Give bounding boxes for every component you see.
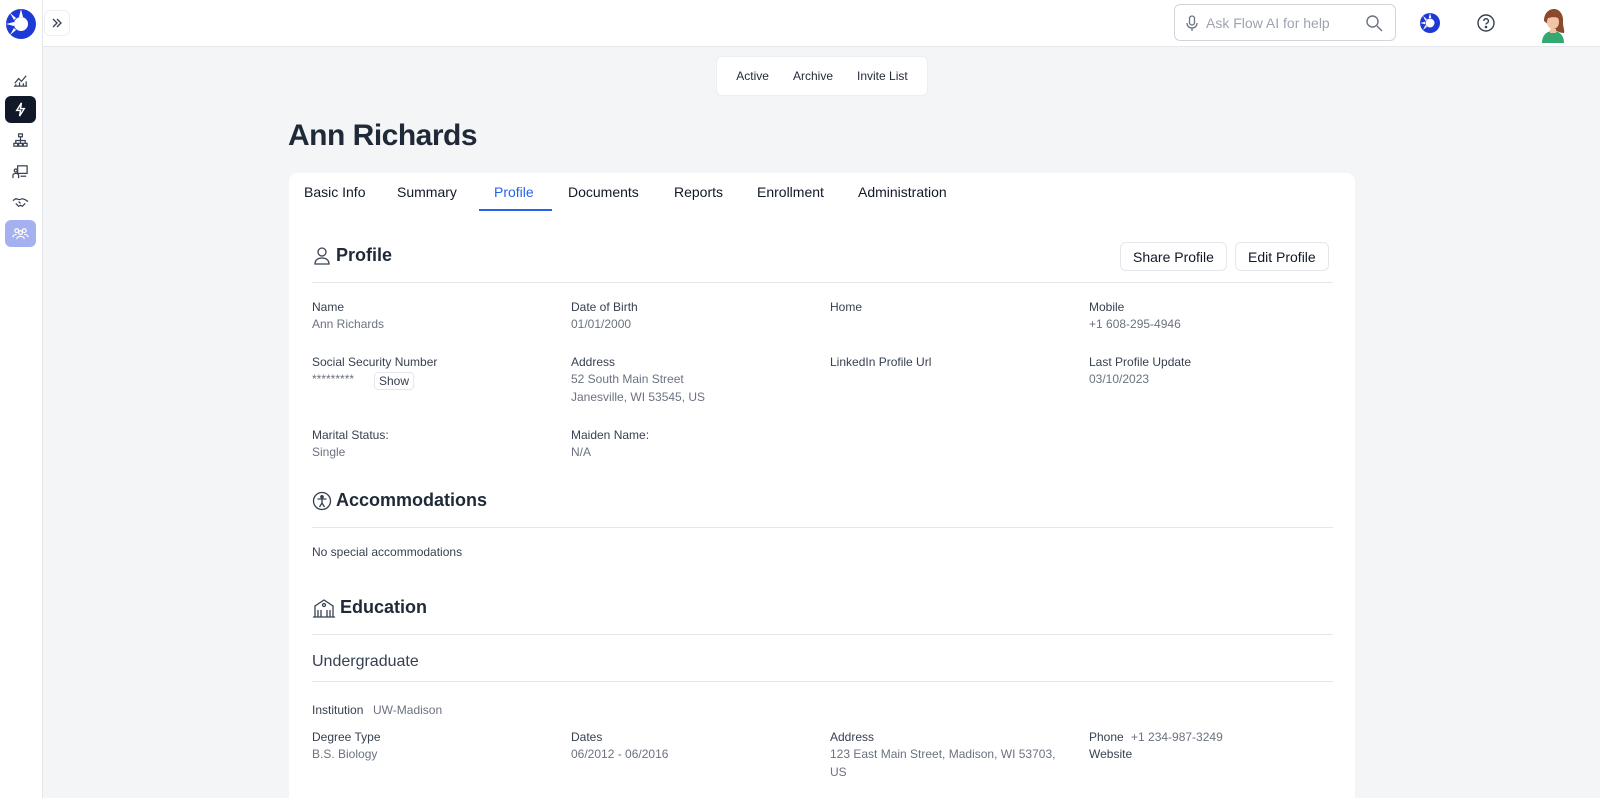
edu-address-line1: 123 East Main Street, Madison, WI 53703,	[830, 747, 1056, 761]
show-ssn-button[interactable]: Show	[374, 372, 415, 390]
degree-label: Degree Type	[312, 730, 381, 744]
education-section-header: Education	[312, 597, 427, 618]
presentation-icon	[12, 165, 28, 179]
address-line1: 52 South Main Street	[571, 372, 684, 386]
institution-building-icon	[313, 598, 335, 618]
edu-address-line2: US	[830, 765, 847, 779]
search-icon[interactable]	[1365, 14, 1383, 32]
flow-logo-icon[interactable]	[5, 8, 37, 40]
maiden-value: N/A	[571, 445, 592, 459]
lightning-icon	[15, 102, 26, 117]
address-line2: Janesville, WI 53545, US	[571, 390, 706, 404]
sidebar	[0, 0, 43, 798]
profile-heading: Profile	[336, 245, 393, 265]
ask-ai-search[interactable]	[1174, 4, 1396, 41]
accommodations-text: No special accommodations	[312, 545, 463, 559]
nav-people[interactable]	[5, 220, 36, 247]
home-label: Home	[830, 300, 863, 314]
last-update-label: Last Profile Update	[1089, 355, 1192, 369]
dob-value: 01/01/2000	[571, 317, 632, 331]
flow-ai-icon[interactable]	[1419, 12, 1441, 34]
org-chart-icon	[13, 133, 28, 147]
help-icon[interactable]	[1475, 12, 1497, 34]
linkedin-label: LinkedIn Profile Url	[830, 355, 932, 369]
mobile-value: +1 608-295-4946	[1089, 317, 1181, 331]
maiden-label: Maiden Name:	[571, 428, 650, 442]
page-title: Ann Richards	[288, 119, 478, 152]
edit-profile-button[interactable]: Edit Profile	[1235, 242, 1329, 271]
nav-presentation[interactable]	[5, 158, 36, 185]
tab-enrollment[interactable]: Enrollment	[757, 184, 824, 200]
edu-address-label: Address	[830, 730, 875, 744]
ssn-value: *********	[312, 372, 355, 386]
tab-bar: Basic Info Summary Profile Documents Rep…	[289, 173, 1355, 211]
address-label: Address	[571, 355, 616, 369]
marital-label: Marital Status:	[312, 428, 389, 442]
nav-lightning[interactable]	[5, 96, 36, 123]
status-segment: Active Archive Invite List	[716, 56, 928, 96]
segment-archive[interactable]: Archive	[781, 69, 845, 83]
phone-value: +1 234-987-3249	[1131, 730, 1223, 744]
name-label: Name	[312, 300, 345, 314]
handshake-icon	[12, 198, 29, 208]
dates-value: 06/2012 - 06/2016	[571, 747, 669, 761]
tab-summary[interactable]: Summary	[397, 184, 457, 200]
nav-analytics[interactable]	[5, 66, 36, 93]
top-bar	[43, 0, 1600, 47]
segment-active[interactable]: Active	[724, 69, 781, 83]
name-value: Ann Richards	[312, 317, 385, 331]
mobile-label: Mobile	[1089, 300, 1125, 314]
profile-section-header: Profile	[312, 245, 392, 266]
person-icon	[314, 246, 330, 265]
institution-label: Institution	[312, 703, 364, 717]
tab-profile[interactable]: Profile	[494, 184, 534, 200]
divider	[312, 634, 1333, 635]
marital-value: Single	[312, 445, 346, 459]
accommodations-heading: Accommodations	[336, 490, 488, 510]
divider	[312, 527, 1333, 528]
tab-basic-info[interactable]: Basic Info	[304, 184, 365, 200]
undergraduate-heading: Undergraduate	[312, 653, 419, 670]
expand-sidebar-button[interactable]	[45, 11, 69, 35]
institution-value: UW-Madison	[373, 703, 443, 717]
tab-reports[interactable]: Reports	[674, 184, 723, 200]
analytics-icon	[13, 75, 28, 87]
divider	[312, 681, 1333, 682]
people-group-icon	[12, 228, 29, 240]
ask-ai-input[interactable]	[1206, 13, 1356, 33]
degree-value: B.S. Biology	[312, 747, 378, 761]
tab-administration[interactable]: Administration	[858, 184, 947, 200]
website-label[interactable]: Website	[1089, 747, 1132, 761]
active-tab-indicator	[479, 209, 552, 211]
profile-card: Basic Info Summary Profile Documents Rep…	[289, 173, 1355, 798]
accessibility-icon	[312, 491, 332, 510]
segment-invite-list[interactable]: Invite List	[845, 69, 920, 83]
chevrons-right-icon	[52, 18, 62, 28]
education-heading: Education	[340, 597, 428, 617]
share-profile-button[interactable]: Share Profile	[1120, 242, 1227, 271]
phone-label: Phone	[1089, 730, 1124, 744]
nav-org-chart[interactable]	[5, 127, 36, 154]
dob-label: Date of Birth	[571, 300, 638, 314]
microphone-icon[interactable]	[1185, 15, 1199, 32]
divider	[312, 282, 1333, 283]
last-update-value: 03/10/2023	[1089, 372, 1150, 386]
tab-documents[interactable]: Documents	[568, 184, 639, 200]
user-avatar[interactable]	[1536, 7, 1570, 43]
ssn-label: Social Security Number	[312, 355, 438, 369]
dates-label: Dates	[571, 730, 603, 744]
nav-handshake[interactable]	[5, 189, 36, 216]
accommodations-section-header: Accommodations	[312, 490, 487, 511]
